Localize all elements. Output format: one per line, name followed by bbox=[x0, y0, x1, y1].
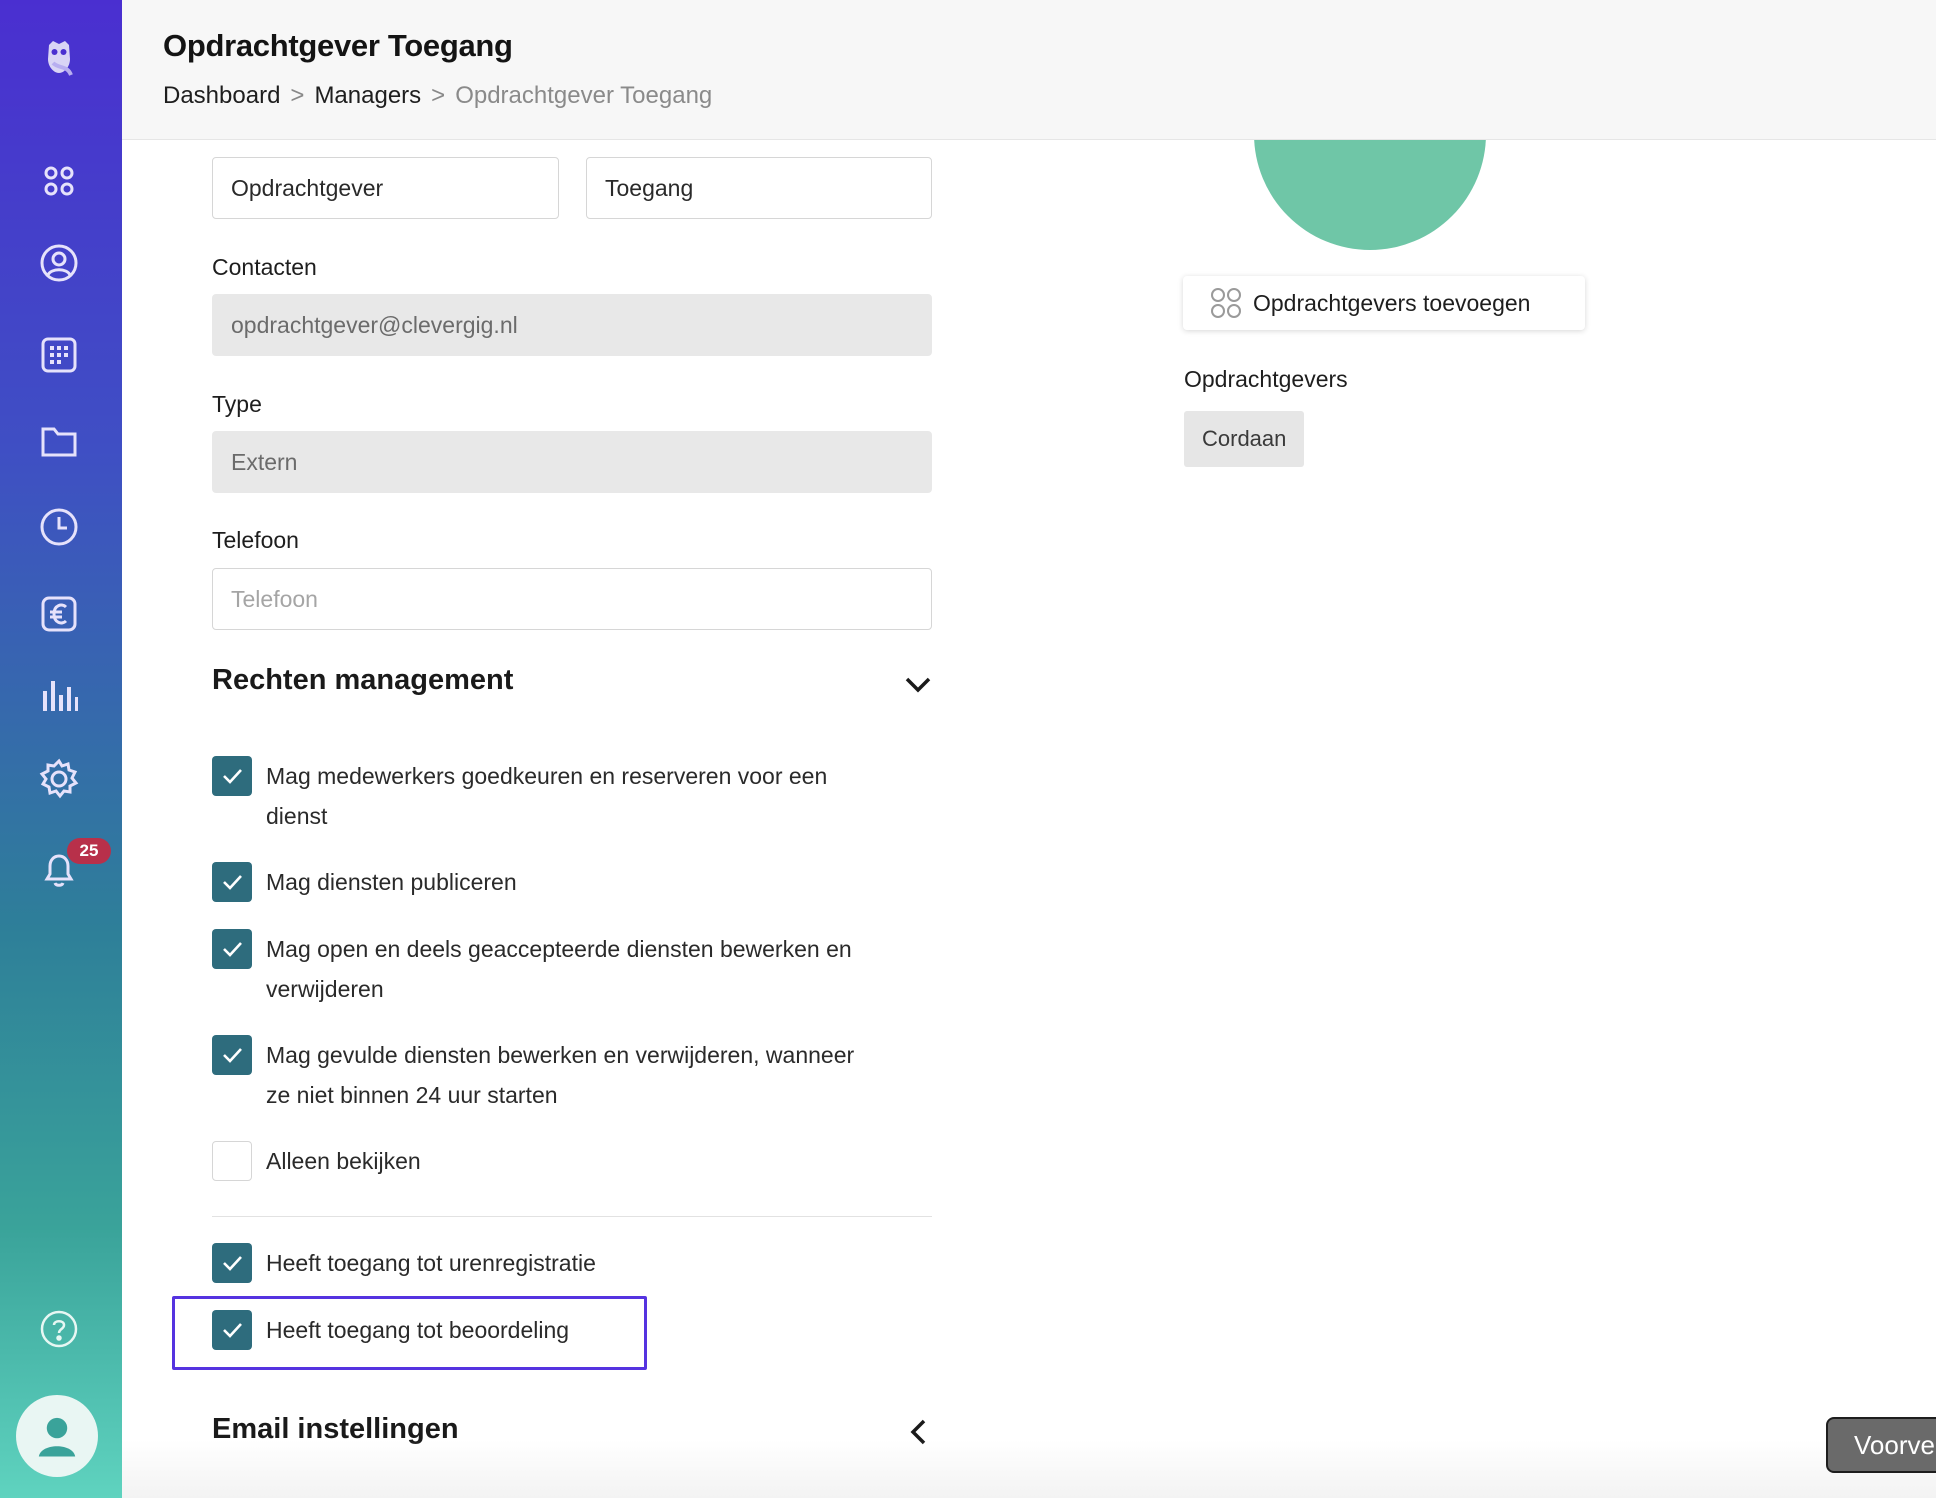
rights-option-label: Mag open en deels geaccepteerde diensten… bbox=[266, 936, 852, 1002]
checkbox-unchecked[interactable] bbox=[212, 1141, 252, 1181]
checkbox-checked[interactable] bbox=[212, 1243, 252, 1283]
first-name-value: Opdrachtgever bbox=[231, 174, 384, 201]
euro-icon[interactable] bbox=[36, 591, 82, 637]
last-name-value: Toegang bbox=[605, 174, 694, 201]
rights-option-label: Alleen bekijken bbox=[266, 1148, 421, 1174]
breadcrumb-separator: > bbox=[431, 82, 446, 109]
rights-option[interactable]: Mag open en deels geaccepteerde diensten… bbox=[212, 929, 932, 1009]
checkbox-checked[interactable] bbox=[212, 862, 252, 902]
apps-grid-icon[interactable] bbox=[36, 158, 82, 204]
sidebar: 25 bbox=[0, 0, 122, 1498]
check-icon bbox=[223, 769, 242, 784]
user-circle-icon[interactable] bbox=[36, 240, 82, 286]
rights-option[interactable]: Mag gevulde diensten bewerken en verwijd… bbox=[212, 1035, 932, 1115]
gear-icon[interactable] bbox=[36, 756, 82, 802]
phone-placeholder: Telefoon bbox=[231, 585, 318, 612]
user-avatar[interactable] bbox=[16, 1395, 98, 1477]
clients-label: Opdrachtgevers bbox=[1184, 366, 1348, 392]
help-icon[interactable] bbox=[36, 1306, 82, 1352]
divider bbox=[212, 1216, 932, 1217]
user-avatar-icon bbox=[38, 1417, 76, 1457]
rights-option[interactable]: Alleen bekijken bbox=[212, 1141, 932, 1181]
client-tag-label: Cordaan bbox=[1202, 426, 1287, 451]
check-icon bbox=[223, 942, 242, 957]
breadcrumb: Dashboard > Managers > Opdrachtgever Toe… bbox=[163, 82, 712, 110]
breadcrumb-dashboard[interactable]: Dashboard bbox=[163, 82, 280, 110]
page-title: Opdrachtgever Toegang bbox=[163, 28, 513, 63]
calendar-grid-icon[interactable] bbox=[36, 332, 82, 378]
chevron-left-icon[interactable] bbox=[904, 1417, 934, 1447]
check-icon bbox=[223, 1256, 242, 1271]
checkbox-checked[interactable] bbox=[212, 756, 252, 796]
bar-chart-icon[interactable] bbox=[36, 672, 82, 718]
breadcrumb-current: Opdrachtgever Toegang bbox=[455, 82, 713, 109]
add-clients-button[interactable]: Opdrachtgevers toevoegen bbox=[1183, 276, 1585, 330]
phone-label: Telefoon bbox=[212, 527, 299, 553]
add-clients-button-label: Opdrachtgevers toevoegen bbox=[1253, 289, 1531, 316]
type-label: Type bbox=[212, 391, 262, 417]
clock-icon[interactable] bbox=[36, 504, 82, 550]
type-value: Extern bbox=[231, 448, 298, 475]
breadcrumb-separator: > bbox=[290, 82, 305, 109]
chevron-down-icon[interactable] bbox=[903, 669, 933, 699]
page-header: Opdrachtgever Toegang Dashboard > Manage… bbox=[122, 0, 1936, 140]
highlight-box bbox=[172, 1296, 647, 1370]
email-section-title[interactable]: Email instellingen bbox=[212, 1413, 459, 1446]
rights-option-label: Mag diensten publiceren bbox=[266, 869, 517, 895]
client-tag[interactable]: Cordaan bbox=[1184, 411, 1305, 467]
contacts-label: Contacten bbox=[212, 254, 317, 280]
notification-badge: 25 bbox=[67, 838, 111, 864]
contacts-value: opdrachtgever@clevergig.nl bbox=[231, 311, 518, 338]
check-icon bbox=[223, 875, 242, 890]
folder-icon[interactable] bbox=[36, 418, 82, 464]
rights-option[interactable]: Mag medewerkers goedkeuren en reserveren… bbox=[212, 756, 932, 836]
phone-field[interactable]: Telefoon bbox=[212, 568, 932, 630]
last-name-field[interactable]: Toegang bbox=[586, 157, 932, 219]
rights-option[interactable]: Mag diensten publiceren bbox=[212, 862, 932, 902]
checkbox-checked[interactable] bbox=[212, 1035, 252, 1075]
contacts-field: opdrachtgever@clevergig.nl bbox=[212, 294, 932, 356]
owl-logo-icon[interactable] bbox=[36, 34, 82, 80]
breadcrumb-managers[interactable]: Managers bbox=[314, 82, 421, 110]
rights-option-label: Heeft toegang tot urenregistratie bbox=[266, 1250, 596, 1276]
checkbox-checked[interactable] bbox=[212, 929, 252, 969]
type-field: Extern bbox=[212, 431, 932, 493]
check-icon bbox=[223, 1048, 242, 1063]
rights-option-label: Mag medewerkers goedkeuren en reserveren… bbox=[266, 763, 828, 829]
rights-option-label: Mag gevulde diensten bewerken en verwijd… bbox=[266, 1042, 855, 1108]
save-button[interactable]: Voorve bbox=[1826, 1417, 1936, 1473]
rights-section-title[interactable]: Rechten management bbox=[212, 664, 513, 697]
apps-grid-icon bbox=[1211, 288, 1241, 318]
first-name-field[interactable]: Opdrachtgever bbox=[212, 157, 559, 219]
bottom-fade bbox=[122, 1440, 1936, 1498]
rights-option[interactable]: Heeft toegang tot urenregistratie bbox=[212, 1243, 932, 1283]
